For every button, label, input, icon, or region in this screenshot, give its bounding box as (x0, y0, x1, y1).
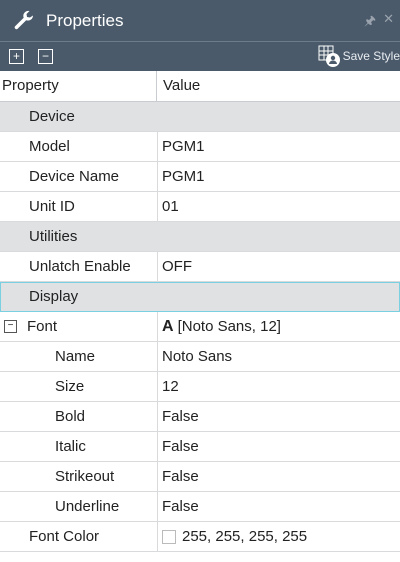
property-label: Size (0, 372, 158, 401)
pin-icon[interactable]: 🖈 (364, 12, 376, 34)
save-style-icon (318, 45, 340, 67)
property-value[interactable]: A [Noto Sans, 12] (158, 312, 400, 341)
property-label: Unlatch Enable (0, 252, 158, 281)
collapse-icon[interactable]: − (4, 319, 17, 333)
value-column-header[interactable]: Value (157, 71, 200, 101)
property-label: Underline (0, 492, 158, 521)
section-device[interactable]: Device (0, 102, 400, 132)
property-label: Italic (0, 432, 158, 461)
section-label: Device (29, 108, 75, 125)
save-style-button[interactable]: Save Style (317, 44, 400, 68)
font-value-text: [Noto Sans, 12] (177, 318, 281, 335)
property-label: Strikeout (0, 462, 158, 491)
save-style-label: Save Style (342, 49, 400, 63)
property-row-unit-id[interactable]: Unit ID 01 (0, 192, 400, 222)
property-value[interactable]: 12 (158, 372, 400, 401)
property-row-device-name[interactable]: Device Name PGM1 (0, 162, 400, 192)
property-row-font-size[interactable]: Size 12 (0, 372, 400, 402)
property-row-italic[interactable]: Italic False (0, 432, 400, 462)
toolbar: + − Save Style (0, 41, 400, 71)
property-value[interactable]: 255, 255, 255, 255 (158, 522, 400, 551)
property-value[interactable]: False (158, 432, 400, 461)
collapse-all-button[interactable]: − (38, 49, 53, 64)
property-row-underline[interactable]: Underline False (0, 492, 400, 522)
property-row-strikeout[interactable]: Strikeout False (0, 462, 400, 492)
property-row-font-color[interactable]: Font Color 255, 255, 255, 255 (0, 522, 400, 552)
section-label: Utilities (29, 228, 78, 245)
property-value[interactable]: 01 (158, 192, 400, 221)
section-label: Display (29, 288, 79, 305)
property-row-font-name[interactable]: Name Noto Sans (0, 342, 400, 372)
expand-all-button[interactable]: + (9, 49, 24, 64)
property-label: Device Name (0, 162, 158, 191)
property-value[interactable]: False (158, 492, 400, 521)
property-label: Model (0, 132, 158, 161)
section-utilities[interactable]: Utilities (0, 222, 400, 252)
property-label: Font Color (0, 522, 158, 551)
property-row-model[interactable]: Model PGM1 (0, 132, 400, 162)
property-label: Unit ID (0, 192, 158, 221)
color-swatch (162, 530, 176, 545)
property-label: Font (27, 318, 58, 335)
property-label: Name (0, 342, 158, 371)
property-row-font[interactable]: − Font A [Noto Sans, 12] (0, 312, 400, 342)
property-value[interactable]: False (158, 402, 400, 431)
property-value[interactable]: OFF (158, 252, 400, 281)
section-display[interactable]: Display (0, 282, 400, 312)
close-icon[interactable]: ✕ (383, 11, 394, 27)
property-value[interactable]: Noto Sans (158, 342, 400, 371)
property-value[interactable]: PGM1 (158, 162, 400, 191)
font-glyph-icon: A (162, 318, 174, 335)
panel-title: Properties (46, 10, 124, 30)
font-color-text: 255, 255, 255, 255 (182, 528, 308, 545)
grid-header: Property Value (0, 71, 400, 102)
property-value[interactable]: False (158, 462, 400, 491)
property-row-bold[interactable]: Bold False (0, 402, 400, 432)
property-value[interactable]: PGM1 (158, 132, 400, 161)
property-label: Bold (0, 402, 158, 431)
wrench-icon (14, 10, 34, 29)
property-row-unlatch-enable[interactable]: Unlatch Enable OFF (0, 252, 400, 282)
title-bar: Properties 🖈 ✕ (0, 0, 400, 41)
property-column-header[interactable]: Property (0, 71, 157, 101)
property-grid: Property Value Device Model PGM1 Device … (0, 71, 400, 552)
